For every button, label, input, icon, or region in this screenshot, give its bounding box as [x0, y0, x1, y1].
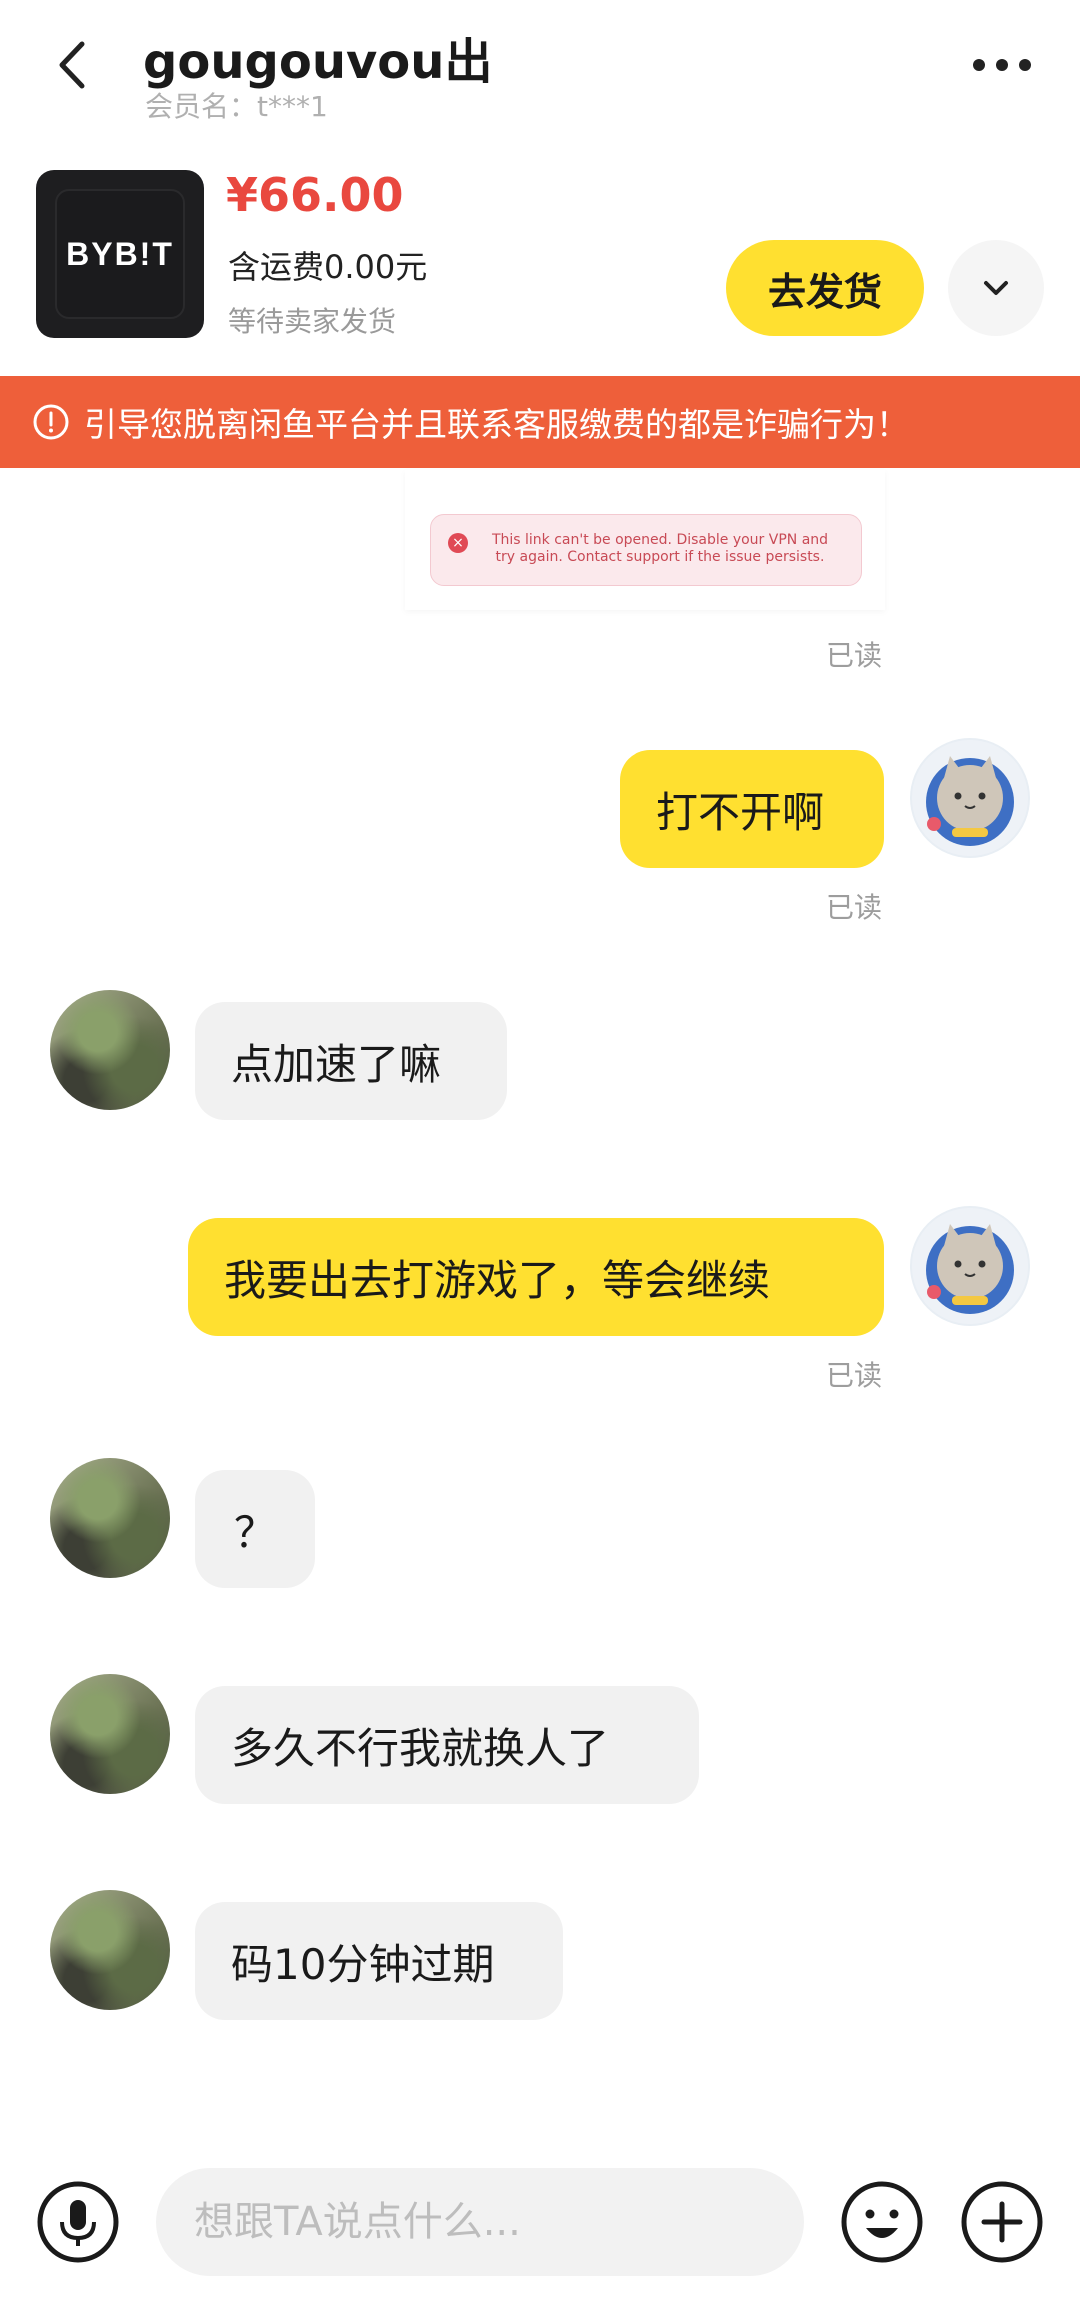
error-icon: × — [448, 533, 468, 553]
voice-button[interactable] — [36, 2180, 120, 2264]
mic-icon — [37, 2181, 119, 2263]
read-receipt: 已读 — [826, 1359, 883, 1392]
plus-icon — [961, 2181, 1043, 2263]
member-name: 会员名：t***1 — [145, 90, 328, 123]
contact-avatar[interactable] — [50, 1890, 170, 2010]
contact-avatar[interactable] — [50, 1458, 170, 1578]
message-bubble-received[interactable]: ？ — [195, 1470, 315, 1588]
cat-avatar-icon — [912, 740, 1028, 856]
chat-title: gougouvou出 — [143, 34, 493, 90]
back-button[interactable] — [40, 30, 110, 100]
product-price: ¥66.00 — [226, 168, 404, 222]
message-bubble-received[interactable]: 码10分钟过期 — [195, 1902, 563, 2020]
more-actions-button[interactable] — [960, 2180, 1044, 2264]
message-bubble-received[interactable]: 多久不行我就换人了 — [195, 1686, 699, 1804]
contact-avatar[interactable] — [50, 990, 170, 1110]
warning-icon — [33, 404, 69, 440]
emoji-button[interactable] — [840, 2180, 924, 2264]
my-avatar[interactable] — [910, 1206, 1030, 1326]
message-bubble-sent[interactable]: 打不开啊 — [620, 750, 884, 868]
error-notice-text: This link can't be opened. Disable your … — [491, 532, 829, 565]
message-bubble-sent[interactable]: 我要出去打游戏了，等会继续 — [188, 1218, 884, 1336]
more-icon — [973, 59, 1031, 71]
expand-button[interactable] — [948, 240, 1044, 336]
my-avatar[interactable] — [910, 738, 1030, 858]
ship-button[interactable]: 去发货 — [726, 240, 924, 336]
message-bubble-received[interactable]: 点加速了嘛 — [195, 1002, 507, 1120]
read-receipt: 已读 — [826, 891, 883, 924]
chevron-down-icon — [984, 281, 1008, 295]
back-icon — [59, 41, 85, 89]
order-status: 等待卖家发货 — [228, 305, 397, 338]
message-input-wrapper[interactable] — [156, 2168, 804, 2276]
fraud-warning-banner: 引导您脱离闲鱼平台并且联系客服缴费的都是诈骗行为！ — [0, 376, 1080, 468]
read-receipt: 已读 — [826, 639, 883, 672]
cat-avatar-icon — [912, 1208, 1028, 1324]
contact-avatar[interactable] — [50, 1674, 170, 1794]
product-logo: BYB!T — [55, 189, 185, 319]
product-thumbnail[interactable]: BYB!T — [36, 170, 204, 338]
warning-text: 引导您脱离闲鱼平台并且联系客服缴费的都是诈骗行为！ — [84, 405, 909, 444]
more-button[interactable] — [962, 40, 1042, 90]
emoji-icon — [841, 2181, 923, 2263]
message-input[interactable] — [192, 2198, 776, 2246]
shipping-fee: 含运费0.00元 — [228, 248, 428, 286]
